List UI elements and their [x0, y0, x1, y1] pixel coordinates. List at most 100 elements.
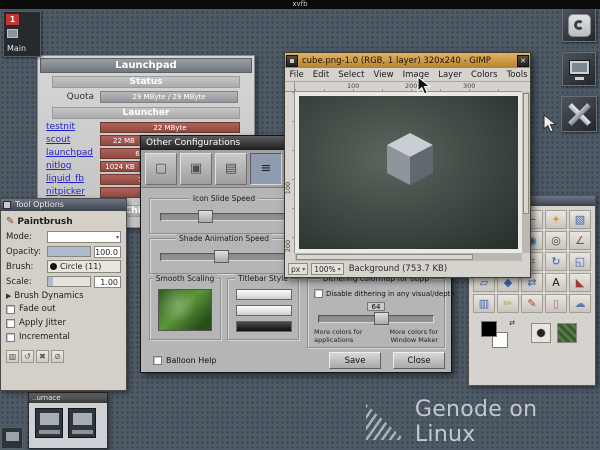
zoom-tool[interactable]: ◎ [545, 231, 567, 250]
save-options-icon[interactable]: ▥ [6, 350, 19, 363]
checkbox-icon[interactable] [314, 289, 323, 298]
other-configurations-icon[interactable]: ≡ [250, 153, 282, 185]
workspace-panel[interactable]: 1 Main [3, 11, 41, 57]
miniaturize-glyph [290, 58, 294, 63]
tool-options-titlebar[interactable]: Tool Options [1, 199, 126, 211]
bucket-fill-tool[interactable]: ◣ [569, 273, 591, 292]
gimp-menubar: File Edit Select View Image Layer Colors… [285, 68, 530, 82]
airbrush-tool[interactable]: ☁ [569, 294, 591, 313]
dither-colors-slider[interactable] [318, 312, 434, 325]
corner-app-icon[interactable] [1, 427, 23, 449]
launcher-link-nitlog[interactable]: nitlog [46, 161, 71, 171]
checkbox-icon[interactable] [6, 318, 15, 328]
disable-dithering-checkbox[interactable]: Disable dithering in any visual/depth [314, 289, 455, 298]
balloon-help-checkbox[interactable]: Balloon Help [153, 356, 216, 365]
select-by-color-tool[interactable]: ▧ [569, 210, 591, 229]
unit-select[interactable]: px ▾ [288, 263, 309, 275]
launcher-heading: Launcher [52, 107, 240, 119]
launcher-link-testnit[interactable]: testnit [46, 122, 75, 132]
fade-out-checkbox[interactable]: Fade out [6, 302, 121, 316]
shade-animation-speed-slider[interactable] [160, 250, 288, 263]
titlebar-style-panel: Titlebar Style [227, 274, 299, 340]
menu-view[interactable]: View [369, 70, 398, 80]
icon-slide-speed-label: Icon Slide Speed [189, 194, 259, 203]
scale-slider[interactable] [47, 276, 91, 287]
balloon-help-label: Balloon Help [166, 356, 217, 365]
gimp-titlebar[interactable]: cube.png-1.0 (RGB, 1 layer) 320x240 - GI… [285, 53, 530, 68]
pattern-preview[interactable] [557, 323, 577, 343]
restore-options-icon[interactable]: ↺ [21, 350, 34, 363]
terminal-icon[interactable] [68, 408, 96, 438]
chevron-down-icon: ▾ [115, 233, 119, 241]
menu-file[interactable]: File [285, 70, 308, 80]
save-button[interactable]: Save [329, 352, 381, 369]
vertical-scrollbar-thumb[interactable] [523, 93, 529, 214]
titlebar-style-option-3[interactable] [236, 321, 292, 332]
slider-handle[interactable] [213, 250, 229, 263]
checkbox-icon[interactable] [153, 356, 162, 365]
mode-select[interactable]: ▾ [47, 230, 121, 243]
fuzzy-select-tool[interactable]: ✦ [545, 210, 567, 229]
dock-tile-draw[interactable] [561, 96, 597, 132]
incremental-checkbox[interactable]: Incremental [6, 330, 121, 344]
window-handling-icon[interactable]: ▣ [180, 153, 212, 185]
launcher-link-liquid-fb[interactable]: liquid_fb [46, 174, 84, 184]
close-button[interactable]: Close [393, 352, 445, 369]
slider-handle[interactable] [198, 210, 214, 223]
opacity-slider[interactable] [47, 246, 91, 257]
rotate-tool[interactable]: ↻ [545, 252, 567, 271]
zoom-select[interactable]: 100% ▾ [311, 263, 344, 275]
launchpad-titlebar[interactable]: Launchpad [40, 58, 252, 73]
menu-select[interactable]: Select [334, 70, 369, 80]
scale-tool[interactable]: ◱ [569, 252, 591, 271]
scale-value[interactable]: 1.00 [94, 275, 121, 288]
gimp-statusbar: px ▾ 100% ▾ Background (753.7 KB) [285, 261, 530, 277]
apply-jitter-checkbox[interactable]: Apply Jitter [6, 316, 121, 330]
brush-dynamics-expander[interactable]: ▶ Brush Dynamics [6, 289, 121, 302]
launcher-quota-bar: 22 MByte [100, 122, 240, 133]
menu-layer[interactable]: Layer [434, 70, 467, 80]
dock-tile-display[interactable] [562, 52, 596, 86]
menu-edit[interactable]: Edit [308, 70, 333, 80]
brush-select-button[interactable]: Circle (11) [47, 260, 121, 273]
horizontal-scrollbar-thumb[interactable] [296, 254, 474, 260]
window-focus-icon[interactable]: ▢ [145, 153, 177, 185]
fg-bg-color-selector[interactable]: ⇄ [479, 319, 515, 352]
checkbox-icon[interactable] [6, 332, 15, 342]
text-tool[interactable]: A [545, 273, 567, 292]
smooth-scaling-preview[interactable] [158, 289, 212, 331]
reset-options-icon[interactable]: ⊘ [51, 350, 64, 363]
pencil-tool[interactable]: ✏ [497, 294, 519, 313]
terminal-icon[interactable] [35, 408, 63, 438]
slider-handle[interactable] [373, 312, 389, 325]
fg-color-swatch[interactable] [481, 321, 497, 337]
opacity-value[interactable]: 100.0 [94, 245, 121, 258]
quota-bar: 29 MByte / 29 MByte [100, 91, 238, 103]
launcher-link-nitpicker[interactable]: nitpicker [46, 187, 85, 197]
gradient-tool[interactable]: ▥ [473, 294, 495, 313]
measure-tool[interactable]: ∠ [569, 231, 591, 250]
launcher-link-scout[interactable]: scout [46, 135, 70, 145]
terminal-screen-icon [73, 413, 92, 425]
scale-label: Scale: [6, 276, 32, 287]
icon-slide-speed-slider[interactable] [160, 210, 288, 223]
workspace-icon[interactable]: ▤ [215, 153, 247, 185]
close-icon[interactable]: ✕ [517, 54, 529, 67]
launcher-link-launchpad[interactable]: launchpad [46, 148, 93, 158]
menu-colors[interactable]: Colors [466, 70, 502, 80]
titlebar-style-option-1[interactable] [236, 289, 292, 300]
mini-window-titlebar[interactable]: ..urnace [29, 393, 107, 403]
checkbox-icon[interactable] [6, 304, 15, 314]
more-colors-apps-label: More colors for applications [314, 328, 363, 344]
gimp-canvas[interactable] [295, 92, 522, 253]
brush-preview[interactable] [531, 323, 551, 343]
miniaturize-icon[interactable] [286, 54, 298, 67]
dock-tile-gnustep[interactable] [562, 8, 596, 42]
swap-colors-icon[interactable]: ⇄ [509, 319, 515, 327]
paintbrush-tool[interactable]: ✎ [521, 294, 543, 313]
smooth-scaling-label: Smooth Scaling [152, 274, 218, 283]
eraser-tool[interactable]: ▯ [545, 294, 567, 313]
titlebar-style-option-2[interactable] [236, 305, 292, 316]
delete-options-icon[interactable]: ✖ [36, 350, 49, 363]
menu-tools[interactable]: Tools [502, 70, 532, 80]
